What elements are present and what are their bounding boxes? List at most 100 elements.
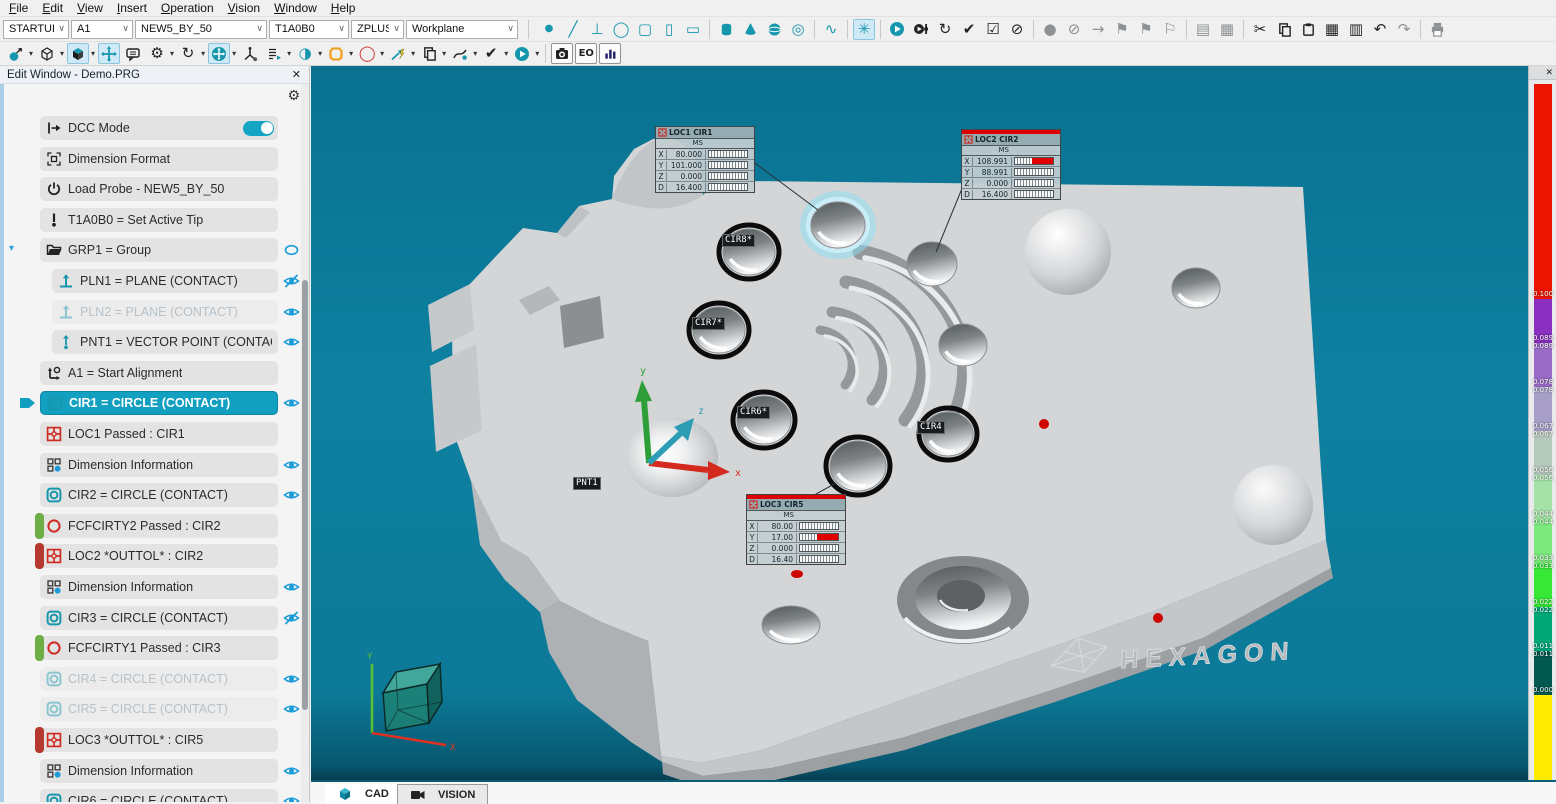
menu-operation[interactable]: Operation xyxy=(154,1,221,15)
document-verify-icon[interactable]: ☑ xyxy=(982,19,1004,40)
eye-icon[interactable] xyxy=(283,458,300,472)
cad-viewport[interactable]: xyzXYHEXAGON CIR8*CIR7*CIR6*CIR4PNT1LOC1… xyxy=(311,66,1528,780)
menu-edit[interactable]: Edit xyxy=(35,1,70,15)
tip-combo[interactable]: T1A0B0∨ xyxy=(269,20,349,39)
nav-cube[interactable]: XY xyxy=(367,652,456,753)
menu-help[interactable]: Help xyxy=(324,1,363,15)
item-diminfo3[interactable]: Dimension Information xyxy=(40,759,278,783)
mark-done-icon-dropdown[interactable]: ▾ xyxy=(504,49,508,58)
sidebar-scrollbar[interactable] xyxy=(301,84,309,802)
workplane-combo[interactable]: ZPLUS∨ xyxy=(351,20,404,39)
comment-icon[interactable] xyxy=(122,43,144,64)
sphere-view-icon[interactable]: ◑ xyxy=(294,43,316,64)
feature-import-icon-dropdown[interactable]: ▾ xyxy=(287,49,291,58)
item-diminfo1[interactable]: Dimension Information xyxy=(40,453,278,477)
eye-slash-icon[interactable] xyxy=(283,611,300,625)
copy-icon[interactable] xyxy=(1273,19,1295,40)
chevron-down-icon[interactable]: ∨ xyxy=(256,24,263,34)
sidebar-scrollbar-thumb[interactable] xyxy=(302,280,308,710)
bookmark-add-icon[interactable]: ⚑ xyxy=(1135,19,1157,40)
eye-icon[interactable] xyxy=(283,335,300,349)
line-feature-icon[interactable]: ╱ xyxy=(562,19,584,40)
breakpoint-icon[interactable]: ● xyxy=(1039,19,1061,40)
label-cir4[interactable]: CIR4 xyxy=(917,421,945,434)
redo-icon[interactable]: ↷ xyxy=(1393,19,1415,40)
paste-icon[interactable] xyxy=(1297,19,1319,40)
probe-mode-icon[interactable] xyxy=(5,43,27,64)
execute-from-cursor-icon[interactable] xyxy=(910,19,932,40)
round-slot-icon[interactable]: ▢ xyxy=(634,19,656,40)
item-a1[interactable]: A1 = Start Alignment xyxy=(40,361,278,385)
item-cir1[interactable]: CIR1 = CIRCLE (CONTACT) xyxy=(40,391,278,415)
pan-view-icon[interactable] xyxy=(98,43,120,64)
label-cir7[interactable]: CIR7* xyxy=(692,317,725,330)
execute-icon-dropdown[interactable]: ▾ xyxy=(535,49,539,58)
loop-icon[interactable]: ↻ xyxy=(934,19,956,40)
table-loc1[interactable]: LOC1 CIR1MSX80.000Y101.000Z0.000D16.400 xyxy=(655,126,755,193)
chevron-down-icon[interactable]: ∨ xyxy=(338,24,345,34)
rectangle-feature-icon[interactable]: ▭ xyxy=(682,19,704,40)
item-loc1[interactable]: LOC1 Passed : CIR1 xyxy=(40,422,278,446)
label-cir6[interactable]: CIR6* xyxy=(737,406,770,419)
menu-vision[interactable]: Vision xyxy=(221,1,267,15)
circle-gage-icon[interactable]: ◯ xyxy=(356,43,378,64)
menu-file[interactable]: File xyxy=(2,1,35,15)
dcc-mode-toggle[interactable] xyxy=(243,121,274,136)
document-cancel-icon[interactable]: ⊘ xyxy=(1006,19,1028,40)
execute-icon[interactable] xyxy=(511,43,533,64)
quick-align-icon-dropdown[interactable]: ▾ xyxy=(411,49,415,58)
item-dcc-mode[interactable]: DCC Mode xyxy=(40,116,278,140)
sphere-feature-icon[interactable] xyxy=(763,19,785,40)
report-window-icon[interactable]: ▤ xyxy=(1192,19,1214,40)
curve-feature-icon[interactable]: ∿ xyxy=(820,19,842,40)
auto-feature-icon[interactable]: ✳ xyxy=(853,19,875,40)
item-load-probe[interactable]: Load Probe - NEW5_BY_50 xyxy=(40,177,278,201)
item-cir3[interactable]: CIR3 = CIRCLE (CONTACT) xyxy=(40,606,278,630)
axis-combo[interactable]: A1∨ xyxy=(71,20,133,39)
chevron-down-icon[interactable]: ∨ xyxy=(393,24,400,34)
goto-icon[interactable]: → xyxy=(1087,19,1109,40)
circle-cir4[interactable] xyxy=(919,408,977,460)
context-combo[interactable]: Workplane∨ xyxy=(406,20,518,39)
menu-window[interactable]: Window xyxy=(267,1,324,15)
pattern-paste-icon[interactable]: ▦ xyxy=(1321,19,1343,40)
probe-mode-icon-dropdown[interactable]: ▾ xyxy=(29,49,33,58)
cad-elements-icon-dropdown[interactable]: ▾ xyxy=(91,49,95,58)
cad-elements-icon[interactable] xyxy=(67,43,89,64)
item-cir6[interactable]: CIR6 = CIRCLE (CONTACT) xyxy=(40,789,278,802)
item-cir4[interactable]: CIR4 = CIRCLE (CONTACT) xyxy=(40,667,278,691)
expand-caret-icon[interactable]: ▾ xyxy=(9,243,14,254)
label-cir8[interactable]: CIR8* xyxy=(722,234,755,247)
eye-icon[interactable] xyxy=(283,305,300,319)
item-diminfo2[interactable]: Dimension Information xyxy=(40,575,278,599)
table-loc2[interactable]: LOC2 CIR2MSX108.991Y88.991Z0.000D16.400 xyxy=(961,129,1061,200)
torus-feature-icon[interactable]: ◎ xyxy=(787,19,809,40)
cut-icon[interactable]: ✂ xyxy=(1249,19,1271,40)
item-pnt1[interactable]: PNT1 = VECTOR POINT (CONTACT) xyxy=(52,330,278,354)
parameter-settings-icon-dropdown[interactable]: ▾ xyxy=(170,49,174,58)
eye-icon[interactable] xyxy=(283,702,300,716)
circle-cir6[interactable] xyxy=(733,392,795,448)
chevron-down-icon[interactable]: ∨ xyxy=(58,24,65,34)
eye-icon[interactable] xyxy=(283,243,300,257)
histogram-icon[interactable] xyxy=(599,43,621,64)
rotate-view-icon-dropdown[interactable]: ▾ xyxy=(201,49,205,58)
sphere-view-icon-dropdown[interactable]: ▾ xyxy=(318,49,322,58)
view-setup-icon-dropdown[interactable]: ▾ xyxy=(60,49,64,58)
item-pln2[interactable]: PLN2 = PLANE (CONTACT) xyxy=(52,300,278,324)
undo-icon[interactable]: ↶ xyxy=(1369,19,1391,40)
print-icon[interactable] xyxy=(1426,19,1448,40)
alignment-combo[interactable]: STARTUP∨ xyxy=(3,20,69,39)
eye-slash-icon[interactable] xyxy=(283,274,300,288)
rotate-view-icon[interactable]: ↻ xyxy=(177,43,199,64)
camera-icon[interactable] xyxy=(551,43,573,64)
item-dimension-format[interactable]: Dimension Format xyxy=(40,147,278,171)
menu-insert[interactable]: Insert xyxy=(110,1,154,15)
highlighted-circle-cir1[interactable] xyxy=(805,196,871,254)
gage-icon-dropdown[interactable]: ▾ xyxy=(349,49,353,58)
eye-icon[interactable] xyxy=(283,794,300,802)
circle-gage-icon-dropdown[interactable]: ▾ xyxy=(380,49,384,58)
eye-icon[interactable] xyxy=(283,764,300,778)
breakpoint-clear-icon[interactable]: ⊘ xyxy=(1063,19,1085,40)
label-pnt1[interactable]: PNT1 xyxy=(573,477,601,490)
